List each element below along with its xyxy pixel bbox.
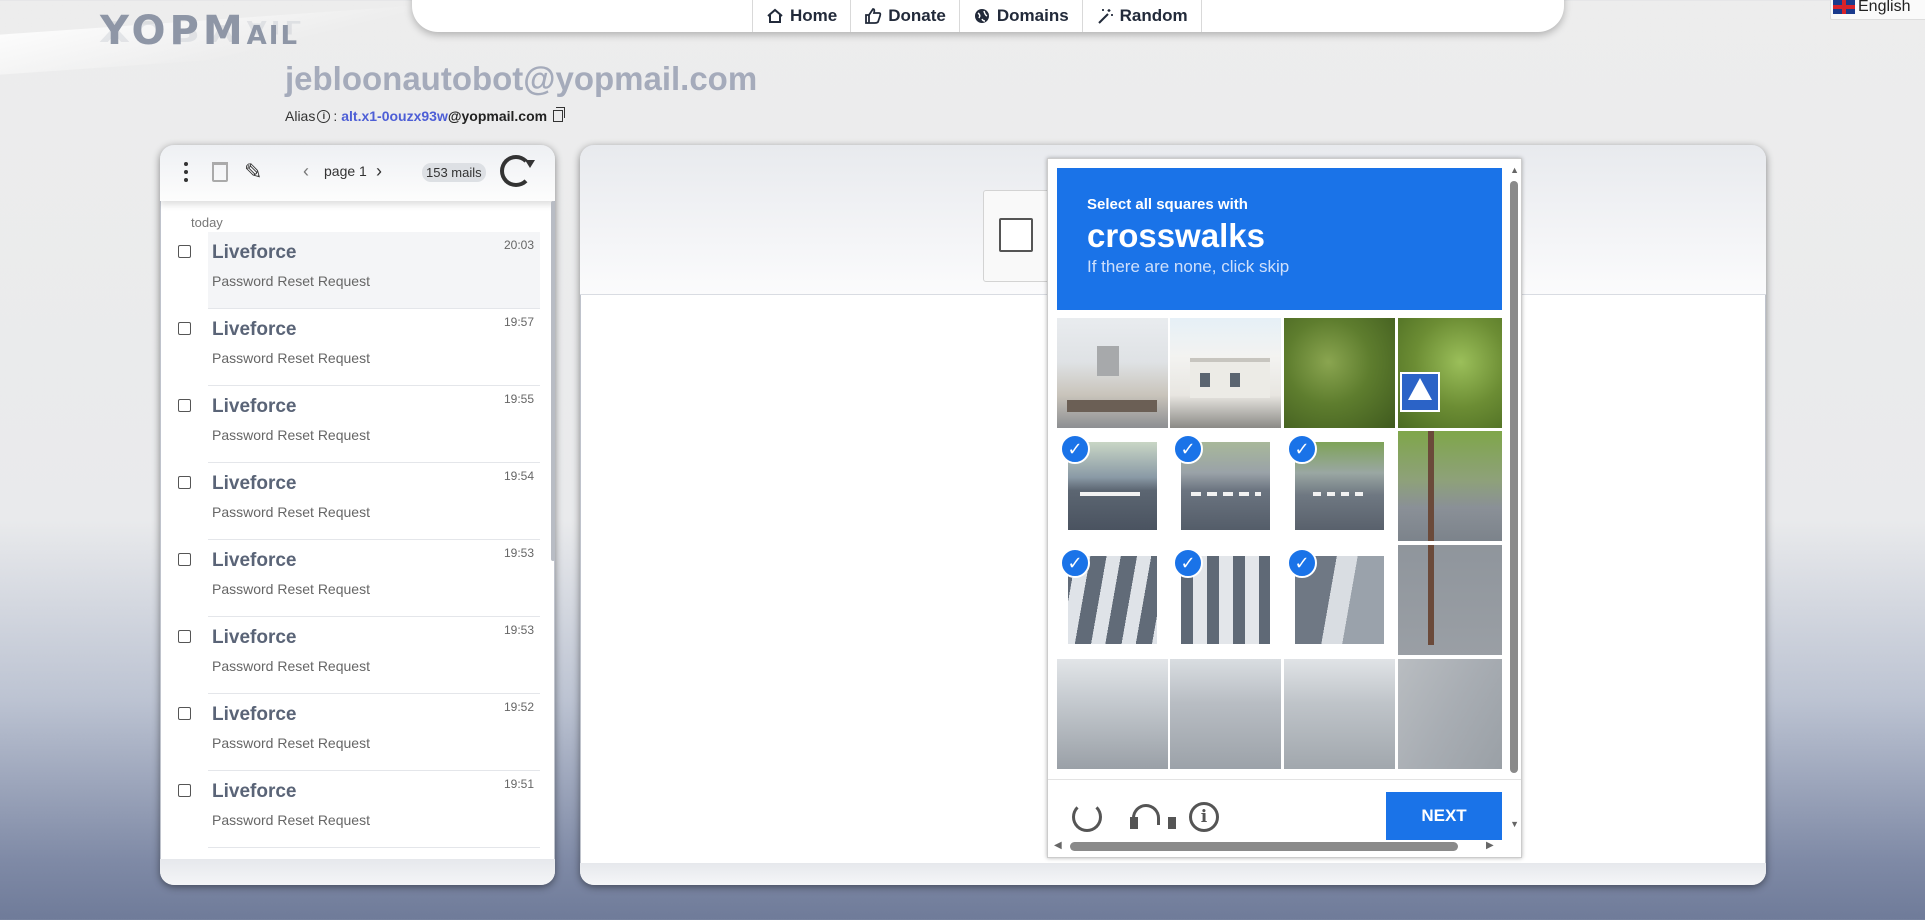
checkmark-icon: ✓ <box>1287 434 1317 464</box>
mail-checkbox[interactable] <box>178 630 191 643</box>
alias-name: alt.x1-0ouzx93w <box>341 108 448 124</box>
captcha-tile[interactable] <box>1284 659 1395 769</box>
captcha-tile[interactable] <box>1057 318 1168 428</box>
captcha-grid: ✓ ✓ ✓ ✓ ✓ ✓ <box>1057 318 1502 770</box>
list-item[interactable]: Liveforce Password Reset Request 19:51 <box>178 771 540 848</box>
captcha-tile-selected[interactable]: ✓ <box>1170 545 1281 655</box>
nav-home[interactable]: Home <box>752 0 850 32</box>
scroll-up-icon[interactable]: ▲ <box>1510 165 1519 175</box>
refresh-icon[interactable] <box>500 155 532 187</box>
captcha-tile[interactable] <box>1398 545 1502 655</box>
captcha-tile[interactable] <box>1170 659 1281 769</box>
recaptcha-widget <box>983 190 1053 282</box>
scroll-down-icon[interactable]: ▼ <box>1510 819 1519 829</box>
mail-checkbox[interactable] <box>178 553 191 566</box>
next-button[interactable]: NEXT <box>1386 792 1502 840</box>
checkmark-icon: ✓ <box>1060 548 1090 578</box>
captcha-horizontal-scrollbar[interactable] <box>1070 842 1458 851</box>
page-indicator: page 1 <box>324 163 367 179</box>
info-icon[interactable]: i <box>1189 802 1219 832</box>
more-options-icon[interactable] <box>184 162 188 184</box>
captcha-tile-selected[interactable]: ✓ <box>1284 431 1395 541</box>
checkmark-icon: ✓ <box>1173 434 1203 464</box>
logo-reflection: YOPMAIL <box>100 13 306 46</box>
top-navigation: Home Donate Domains Random English ⌄ <box>412 0 1925 32</box>
thumbs-up-icon <box>865 8 882 24</box>
captcha-tile-selected[interactable]: ✓ <box>1284 545 1395 655</box>
home-icon <box>767 8 783 23</box>
list-item[interactable]: Liveforce Password Reset Request 19:52 <box>178 694 540 771</box>
captcha-tile[interactable] <box>1284 318 1395 428</box>
mail-checkbox[interactable] <box>178 784 191 797</box>
list-item[interactable]: Liveforce Password Reset Request 19:53 <box>178 540 540 617</box>
list-item[interactable]: Liveforce Password Reset Request 19:54 <box>178 463 540 540</box>
nav-domains[interactable]: Domains <box>958 0 1082 32</box>
mail-checkbox[interactable] <box>178 476 191 489</box>
scroll-right-icon[interactable]: ▶ <box>1486 840 1494 851</box>
globe-icon <box>974 9 989 23</box>
captcha-tile[interactable] <box>1398 318 1502 428</box>
scroll-left-icon[interactable]: ◀ <box>1054 840 1062 851</box>
copy-icon[interactable] <box>553 107 566 122</box>
captcha-tile[interactable] <box>1170 318 1281 428</box>
list-item[interactable]: Liveforce Password Reset Request 19:57 <box>178 309 540 386</box>
list-item[interactable]: Liveforce Password Reset Request 20:03 <box>178 232 540 309</box>
list-item[interactable]: Liveforce Password Reset Request 19:53 <box>178 617 540 694</box>
language-select[interactable]: English ⌄ <box>1830 0 1925 20</box>
list-item[interactable]: Liveforce Password Reset Request 19:55 <box>178 386 540 463</box>
prev-page-icon[interactable]: ‹ <box>303 161 309 182</box>
mail-count-badge: 153 mails <box>422 163 486 182</box>
captcha-tile[interactable] <box>1398 431 1502 541</box>
recaptcha-checkbox[interactable] <box>999 218 1033 252</box>
pencil-icon[interactable]: ✎ <box>244 159 262 185</box>
info-icon[interactable]: i <box>317 109 331 123</box>
mail-list: today Liveforce Password Reset Request 2… <box>160 215 552 848</box>
mail-checkbox[interactable] <box>178 707 191 720</box>
day-label: today <box>191 215 223 230</box>
nav-donate[interactable]: Donate <box>850 0 959 32</box>
captcha-tile-selected[interactable]: ✓ <box>1170 431 1281 541</box>
alias-line: Alias i : alt.x1-0ouzx93w @yopmail.com <box>285 107 566 124</box>
inbox-panel: ✎ ‹ page 1 › 153 mails today Liveforce P… <box>160 145 555 885</box>
checkmark-icon: ✓ <box>1060 434 1090 464</box>
checkmark-icon: ✓ <box>1287 548 1317 578</box>
headphones-icon[interactable] <box>1130 802 1176 832</box>
checkmark-icon: ✓ <box>1173 548 1203 578</box>
reload-icon[interactable] <box>1072 802 1102 832</box>
trash-icon[interactable] <box>212 162 228 182</box>
captcha-tile[interactable] <box>1398 659 1502 769</box>
next-page-icon[interactable]: › <box>376 161 382 182</box>
alias-domain: @yopmail.com <box>447 108 548 124</box>
captcha-tile-selected[interactable]: ✓ <box>1057 545 1168 655</box>
magic-wand-icon <box>1097 9 1113 24</box>
nav-random[interactable]: Random <box>1081 0 1202 32</box>
captcha-tile[interactable] <box>1057 659 1168 769</box>
uk-flag-icon <box>1833 0 1855 14</box>
mailbox-address: jebloonautobot@yopmail.com <box>285 60 758 97</box>
inbox-toolbar: ✎ ‹ page 1 › 153 mails <box>160 145 555 201</box>
mail-checkbox[interactable] <box>178 399 191 412</box>
captcha-challenge: Select all squares with crosswalks If th… <box>1047 158 1522 858</box>
inbox-footer <box>160 859 555 885</box>
mail-checkbox[interactable] <box>178 245 191 258</box>
captcha-tile-selected[interactable]: ✓ <box>1057 431 1168 541</box>
captcha-vertical-scrollbar[interactable] <box>1510 181 1518 773</box>
mail-checkbox[interactable] <box>178 322 191 335</box>
captcha-header: Select all squares with crosswalks If th… <box>1057 168 1502 310</box>
content-footer <box>580 863 1766 885</box>
